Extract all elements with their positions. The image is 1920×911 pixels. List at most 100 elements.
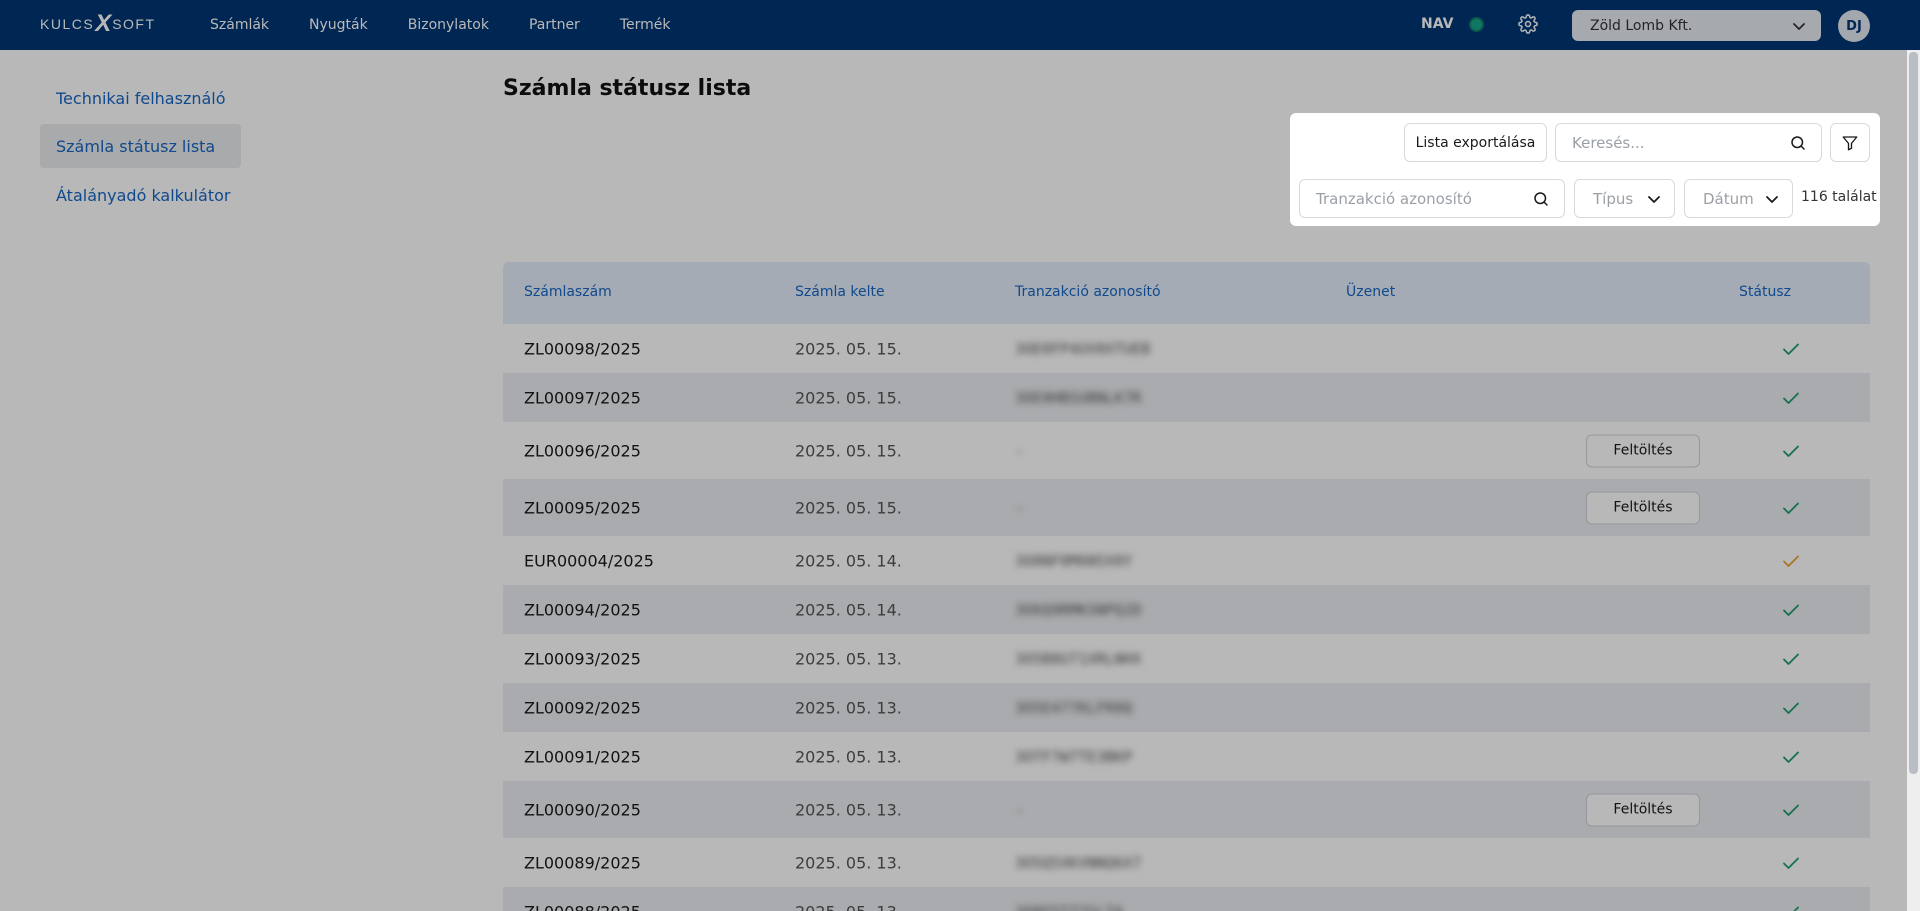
invoice-number-cell: ZL00092/2025 (524, 698, 641, 717)
company-selector[interactable]: Zöld Lomb Kft. (1572, 10, 1821, 41)
invoice-date-cell: 2025. 05. 13. (795, 800, 902, 819)
transaction-id-cell: - (1015, 498, 1025, 517)
sidebar-item-label: Technikai felhasználó (56, 88, 226, 108)
page-title: Számla státusz lista (503, 76, 752, 101)
transaction-id-cell: 3OTF7W7TE3BKP (1015, 747, 1133, 766)
invoice-status-table: Számlaszám Számla kelte Tranzakció azono… (503, 262, 1870, 911)
chevron-down-icon (1766, 195, 1778, 203)
chevron-down-icon (1793, 23, 1805, 30)
transaction-id-cell: 3O8F5TZ7SLTA (1015, 903, 1123, 911)
table-body: ZL00098/2025 2025. 05. 15. 3OE0FP4UV0XTUEB… (503, 324, 1870, 911)
search-input[interactable]: Keresés... (1555, 123, 1822, 162)
invoice-date-cell: 2025. 05. 14. (795, 600, 902, 619)
transaction-id-cell: 3OE0FP4UV0XTUEB (1015, 339, 1151, 358)
sidebar-item-label: Számla státusz lista (56, 136, 216, 156)
menu-item-partner[interactable]: Partner (529, 17, 580, 33)
search-icon[interactable] (1789, 134, 1807, 152)
transaction-id-cell: 3O5Q5XKVNNQ6X7 (1015, 853, 1142, 872)
column-header-message[interactable]: Üzenet (1346, 284, 1395, 300)
filter-funnel-icon (1842, 135, 1858, 150)
table-row[interactable]: ZL00093/2025 2025. 05. 13. 3O5B8U71XRLNHX (503, 634, 1870, 683)
status-success-check-icon (1783, 445, 1799, 457)
status-success-check-icon (1783, 702, 1799, 714)
user-avatar[interactable]: DJ (1838, 10, 1870, 42)
menu-item-bizonylatok[interactable]: Bizonylatok (408, 17, 489, 33)
status-success-check-icon (1783, 392, 1799, 404)
table-row[interactable]: ZL00091/2025 2025. 05. 13. 3OTF7W7TE3BKP (503, 732, 1870, 781)
invoice-date-cell: 2025. 05. 14. (795, 551, 902, 570)
transaction-id-cell: 3O8NF0M6N5X0Y (1015, 551, 1133, 570)
chevron-down-icon (1648, 195, 1660, 203)
invoice-date-cell: 2025. 05. 15. (795, 498, 902, 517)
column-header-invoice-number[interactable]: Számlaszám (524, 284, 612, 300)
status-success-check-icon (1783, 343, 1799, 355)
invoice-number-cell: ZL00091/2025 (524, 747, 641, 766)
table-row[interactable]: ZL00098/2025 2025. 05. 15. 3OE0FP4UV0XTUEB (503, 324, 1870, 373)
column-header-invoice-date[interactable]: Számla kelte (795, 284, 885, 300)
table-row[interactable]: EUR00004/2025 2025. 05. 14. 3O8NF0M6N5X0Y (503, 536, 1870, 585)
logo-text-right: SOFT (112, 16, 156, 32)
top-navigation-bar: KULCS X SOFT Számlák Nyugták Bizonylatok… (0, 0, 1920, 50)
table-row[interactable]: ZL00095/2025 2025. 05. 15. - Feltöltés (503, 479, 1870, 536)
transaction-id-input[interactable]: Tranzakció azonosító (1299, 179, 1565, 218)
column-header-status[interactable]: Státusz (1739, 284, 1791, 300)
type-select[interactable]: Típus (1574, 179, 1675, 218)
upload-button[interactable]: Feltöltés (1586, 491, 1700, 524)
transaction-id-cell: 3O5E477KLFR0Q (1015, 698, 1133, 717)
table-row[interactable]: ZL00092/2025 2025. 05. 13. 3O5E477KLFR0Q (503, 683, 1870, 732)
status-success-check-icon (1783, 604, 1799, 616)
result-count: 116 találat (1801, 189, 1877, 205)
logo-x-mark: X (95, 10, 112, 37)
nav-connection-status-icon (1469, 17, 1484, 32)
status-success-check-icon (1783, 653, 1799, 665)
filter-toggle-button[interactable] (1830, 123, 1870, 162)
table-row[interactable]: ZL00090/2025 2025. 05. 13. - Feltöltés (503, 781, 1870, 838)
transaction-id-input-placeholder: Tranzakció azonosító (1316, 189, 1472, 208)
sidebar-item-technical-user[interactable]: Technikai felhasználó (40, 76, 241, 120)
column-header-transaction-id[interactable]: Tranzakció azonosító (1015, 284, 1161, 300)
invoice-date-cell: 2025. 05. 13. (795, 747, 902, 766)
export-list-button[interactable]: Lista exportálása (1404, 123, 1547, 162)
sidebar-item-flat-tax-calculator[interactable]: Átalányadó kalkulátor (40, 173, 241, 217)
logo-text-left: KULCS (40, 16, 95, 32)
upload-button[interactable]: Feltöltés (1586, 434, 1700, 467)
date-select-label: Dátum (1703, 189, 1754, 208)
status-success-check-icon (1792, 906, 1799, 911)
transaction-id-cell: - (1015, 800, 1025, 819)
transaction-id-cell: - (1015, 441, 1025, 460)
status-success-check-icon (1783, 751, 1799, 763)
menu-item-nyugtak[interactable]: Nyugták (309, 17, 368, 33)
search-icon[interactable] (1532, 190, 1550, 208)
type-select-label: Típus (1593, 189, 1634, 208)
invoice-number-cell: ZL00089/2025 (524, 853, 641, 872)
transaction-id-cell: 3O5B8U71XRLNHX (1015, 649, 1142, 668)
gear-icon[interactable] (1518, 14, 1538, 34)
main-menu: Számlák Nyugták Bizonylatok Partner Term… (210, 0, 670, 50)
invoice-date-cell: 2025. 05. 13. (795, 902, 902, 911)
invoice-number-cell: EUR00004/2025 (524, 551, 654, 570)
sidebar-item-invoice-status-list[interactable]: Számla státusz lista (40, 124, 241, 168)
menu-item-szamlak[interactable]: Számlák (210, 17, 269, 33)
transaction-id-cell: 3OE0HBSUBNLK7R (1015, 388, 1142, 407)
invoice-number-cell: ZL00094/2025 (524, 600, 641, 619)
table-row[interactable]: ZL00088/2025 2025. 05. 13. 3O8F5TZ7SLTA (503, 887, 1870, 911)
invoice-date-cell: 2025. 05. 13. (795, 649, 902, 668)
table-header: Számlaszám Számla kelte Tranzakció azono… (503, 262, 1870, 324)
status-success-check-icon (1783, 857, 1799, 869)
upload-button[interactable]: Feltöltés (1586, 793, 1700, 826)
page-scrollbar-thumb[interactable] (1909, 52, 1918, 774)
invoice-date-cell: 2025. 05. 15. (795, 441, 902, 460)
date-select[interactable]: Dátum (1684, 179, 1793, 218)
invoice-number-cell: ZL00093/2025 (524, 649, 641, 668)
table-row[interactable]: ZL00096/2025 2025. 05. 15. - Feltöltés (503, 422, 1870, 479)
menu-item-termek[interactable]: Termék (620, 17, 671, 33)
transaction-id-cell: 3O6Q9RMKSNPQ2D (1015, 600, 1142, 619)
invoice-number-cell: ZL00096/2025 (524, 441, 641, 460)
table-row[interactable]: ZL00097/2025 2025. 05. 15. 3OE0HBSUBNLK7R (503, 373, 1870, 422)
status-warning-check-icon (1783, 555, 1799, 567)
invoice-date-cell: 2025. 05. 13. (795, 698, 902, 717)
table-row[interactable]: ZL00094/2025 2025. 05. 14. 3O6Q9RMKSNPQ2D (503, 585, 1870, 634)
table-row[interactable]: ZL00089/2025 2025. 05. 13. 3O5Q5XKVNNQ6X7 (503, 838, 1870, 887)
kulcssoft-logo[interactable]: KULCS X SOFT (40, 10, 156, 37)
nav-status-label: NAV (1421, 16, 1454, 32)
